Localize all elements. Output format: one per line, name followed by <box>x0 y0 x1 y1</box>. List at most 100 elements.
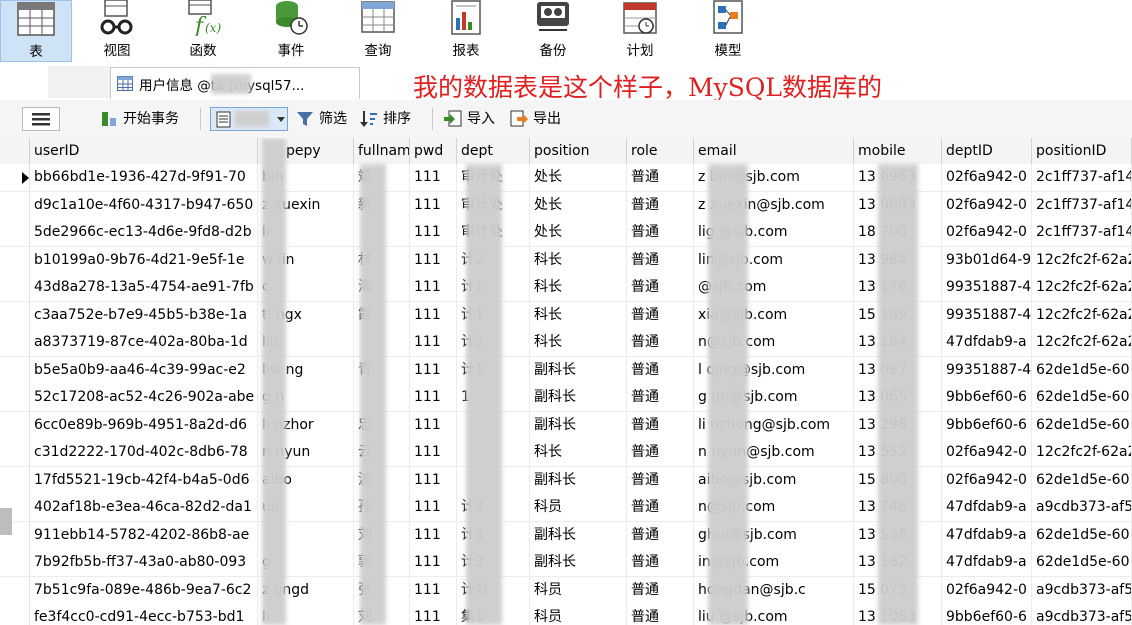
row-marker[interactable] <box>0 164 30 191</box>
cell-userid[interactable]: 5de2966c-ec13-4d6e-9fd8-d2b <box>30 219 258 246</box>
cell-deptid[interactable]: 9bb6ef60-6 <box>942 384 1032 411</box>
cell-position[interactable]: 副科长 <box>530 521 627 549</box>
cell-role[interactable]: 普通 <box>627 549 694 576</box>
cell-pwd[interactable]: 111 <box>410 274 457 301</box>
cell-pwd[interactable]: 111 <box>410 191 457 219</box>
cell-positionid[interactable]: 12c2fc2f-62a2 <box>1032 301 1132 329</box>
cell-role[interactable]: 普通 <box>627 521 694 549</box>
cell-userid[interactable]: bb66bd1e-1936-427d-9f91-70 <box>30 164 258 191</box>
row-marker[interactable] <box>0 411 30 439</box>
table-row[interactable]: d9c1a10e-4f60-4317-b947-650z xuexin新111审… <box>0 191 1132 220</box>
cell-role[interactable]: 普通 <box>627 576 694 604</box>
cell-role[interactable]: 普通 <box>627 494 694 521</box>
cell-deptid[interactable]: 02f6a942-0 <box>942 466 1032 494</box>
cell-position[interactable]: 科长 <box>530 301 627 329</box>
table-row[interactable]: 7b51c9fa-089e-486b-9ea7-6c2z ongd张111计处科… <box>0 576 1132 605</box>
cell-positionid[interactable]: a9cdb373-af5 <box>1032 576 1132 604</box>
cell-userid[interactable]: 17fd5521-19cb-42f4-b4a5-0d6 <box>30 466 258 494</box>
cell-pwd[interactable]: 111 <box>410 356 457 384</box>
column-header-deptid[interactable]: deptID <box>942 138 1032 164</box>
cell-userid[interactable]: a8373719-87ce-402a-80ba-1d <box>30 329 258 356</box>
row-marker[interactable] <box>0 246 30 274</box>
cell-userid[interactable]: 402af18b-e3ea-46ca-82d2-da1 <box>30 494 258 521</box>
row-marker[interactable] <box>0 301 30 329</box>
cell-role[interactable]: 普通 <box>627 439 694 466</box>
row-marker[interactable] <box>0 604 30 625</box>
cell-userid[interactable]: b10199a0-9b76-4d21-9e5f-1e <box>30 246 258 274</box>
cell-userid[interactable]: c31d2222-170d-402c-8db6-78 <box>30 439 258 466</box>
cell-userid[interactable]: 7b92fb5b-ff37-43a0-ab80-093 <box>30 549 258 576</box>
cell-role[interactable]: 普通 <box>627 466 694 494</box>
cell-pwd[interactable]: 111 <box>410 466 457 494</box>
row-marker[interactable] <box>0 439 30 466</box>
cell-pwd[interactable]: 111 <box>410 329 457 356</box>
cell-pwd[interactable]: 111 <box>410 246 457 274</box>
cell-pwd[interactable]: 111 <box>410 384 457 411</box>
row-marker[interactable] <box>0 466 30 494</box>
cell-deptid[interactable]: 99351887-4 <box>942 356 1032 384</box>
cell-positionid[interactable]: 62de1d5e-60 <box>1032 384 1132 411</box>
cell-role[interactable]: 普通 <box>627 164 694 191</box>
cell-position[interactable]: 处长 <box>530 191 627 219</box>
table-row[interactable]: bb66bd1e-1936-427d-9f91-70bin斌111审计处处长普通… <box>0 164 1132 192</box>
cell-userid[interactable]: 911ebb14-5782-4202-86b8-ae <box>30 521 258 549</box>
cell-role[interactable]: 普通 <box>627 604 694 625</box>
table-row[interactable]: 52c17208-ac52-4c26-902a-abeg n1111副科长普通g… <box>0 384 1132 412</box>
column-header-position[interactable]: position <box>530 138 627 164</box>
cell-position[interactable]: 科员 <box>530 494 627 521</box>
cell-deptid[interactable]: 02f6a942-0 <box>942 164 1032 191</box>
row-marker[interactable] <box>0 219 30 246</box>
cell-position[interactable]: 处长 <box>530 164 627 191</box>
cell-position[interactable]: 副科长 <box>530 356 627 384</box>
cell-role[interactable]: 普通 <box>627 301 694 329</box>
cell-deptid[interactable]: 47dfdab9-a <box>942 494 1032 521</box>
cell-position[interactable]: 科长 <box>530 274 627 301</box>
cell-position[interactable]: 处长 <box>530 219 627 246</box>
cell-positionid[interactable]: 12c2fc2f-62a2 <box>1032 439 1132 466</box>
export-button[interactable]: 导出 <box>510 108 561 130</box>
cell-position[interactable]: 副科长 <box>530 384 627 411</box>
row-marker[interactable] <box>0 356 30 384</box>
row-marker[interactable] <box>0 549 30 576</box>
cell-userid[interactable]: 7b51c9fa-089e-486b-9ea7-6c2 <box>30 576 258 604</box>
column-header-role[interactable]: role <box>627 138 694 164</box>
column-header-dept[interactable]: dept <box>457 138 530 164</box>
row-marker[interactable] <box>0 191 30 219</box>
cell-role[interactable]: 普通 <box>627 191 694 219</box>
ribbon-event-button[interactable]: 事件 <box>256 0 326 62</box>
table-row[interactable]: 7b92fb5b-ff37-43a0-ab80-093g 郭111计3副科长普通… <box>0 549 1132 577</box>
cell-position[interactable]: 科长 <box>530 329 627 356</box>
column-header-pwd[interactable]: pwd <box>410 138 457 164</box>
cell-userid[interactable]: c3aa752e-b7e9-45b5-b38e-1a <box>30 301 258 329</box>
cell-positionid[interactable]: 2c1ff737-af14 <box>1032 191 1132 219</box>
cell-position[interactable]: 副科长 <box>530 411 627 439</box>
cell-role[interactable]: 普通 <box>627 329 694 356</box>
cell-pwd[interactable]: 111 <box>410 549 457 576</box>
ribbon-backup-button[interactable]: 备份 <box>518 0 588 62</box>
column-header-positionid[interactable]: positionID <box>1032 138 1132 164</box>
cell-pwd[interactable]: 111 <box>410 219 457 246</box>
cell-pwd[interactable]: 111 <box>410 604 457 625</box>
cell-positionid[interactable]: 2c1ff737-af14 <box>1032 164 1132 191</box>
cell-userid[interactable]: fe3f4cc0-cd91-4ecc-b753-bd1 <box>30 604 258 625</box>
cell-pwd[interactable]: 111 <box>410 494 457 521</box>
cell-userid[interactable]: 52c17208-ac52-4c26-902a-abe <box>30 384 258 411</box>
ribbon-function-button[interactable]: f (x) 函数 <box>168 0 238 62</box>
tab-user-info[interactable]: 用户信息 @ta (mysql57... <box>110 67 360 99</box>
cell-positionid[interactable]: 62de1d5e-60 <box>1032 549 1132 576</box>
cell-deptid[interactable]: 99351887-4 <box>942 274 1032 301</box>
table-row[interactable]: fe3f4cc0-cd91-4ecc-b753-bd1li 刘111集1科员普通… <box>0 604 1132 625</box>
ribbon-view-button[interactable]: 视图 <box>82 0 152 62</box>
cell-positionid[interactable]: 62de1d5e-60 <box>1032 356 1132 384</box>
table-row[interactable]: c31d2222-170d-402c-8db6-78n nyun云111科长普通… <box>0 439 1132 467</box>
cell-role[interactable]: 普通 <box>627 356 694 384</box>
cell-position[interactable]: 科长 <box>530 439 627 466</box>
cell-deptid[interactable]: 02f6a942-0 <box>942 219 1032 246</box>
cell-deptid[interactable]: 47dfdab9-a <box>942 549 1032 576</box>
table-row[interactable]: 17fd5521-19cb-42f4-b4a5-0d6 aibo波111副科长普… <box>0 466 1132 495</box>
cell-role[interactable]: 普通 <box>627 411 694 439</box>
cell-deptid[interactable]: 9bb6ef60-6 <box>942 411 1032 439</box>
cell-deptid[interactable]: 02f6a942-0 <box>942 576 1032 604</box>
ribbon-model-button[interactable]: 模型 <box>693 0 763 62</box>
cell-role[interactable]: 普通 <box>627 246 694 274</box>
